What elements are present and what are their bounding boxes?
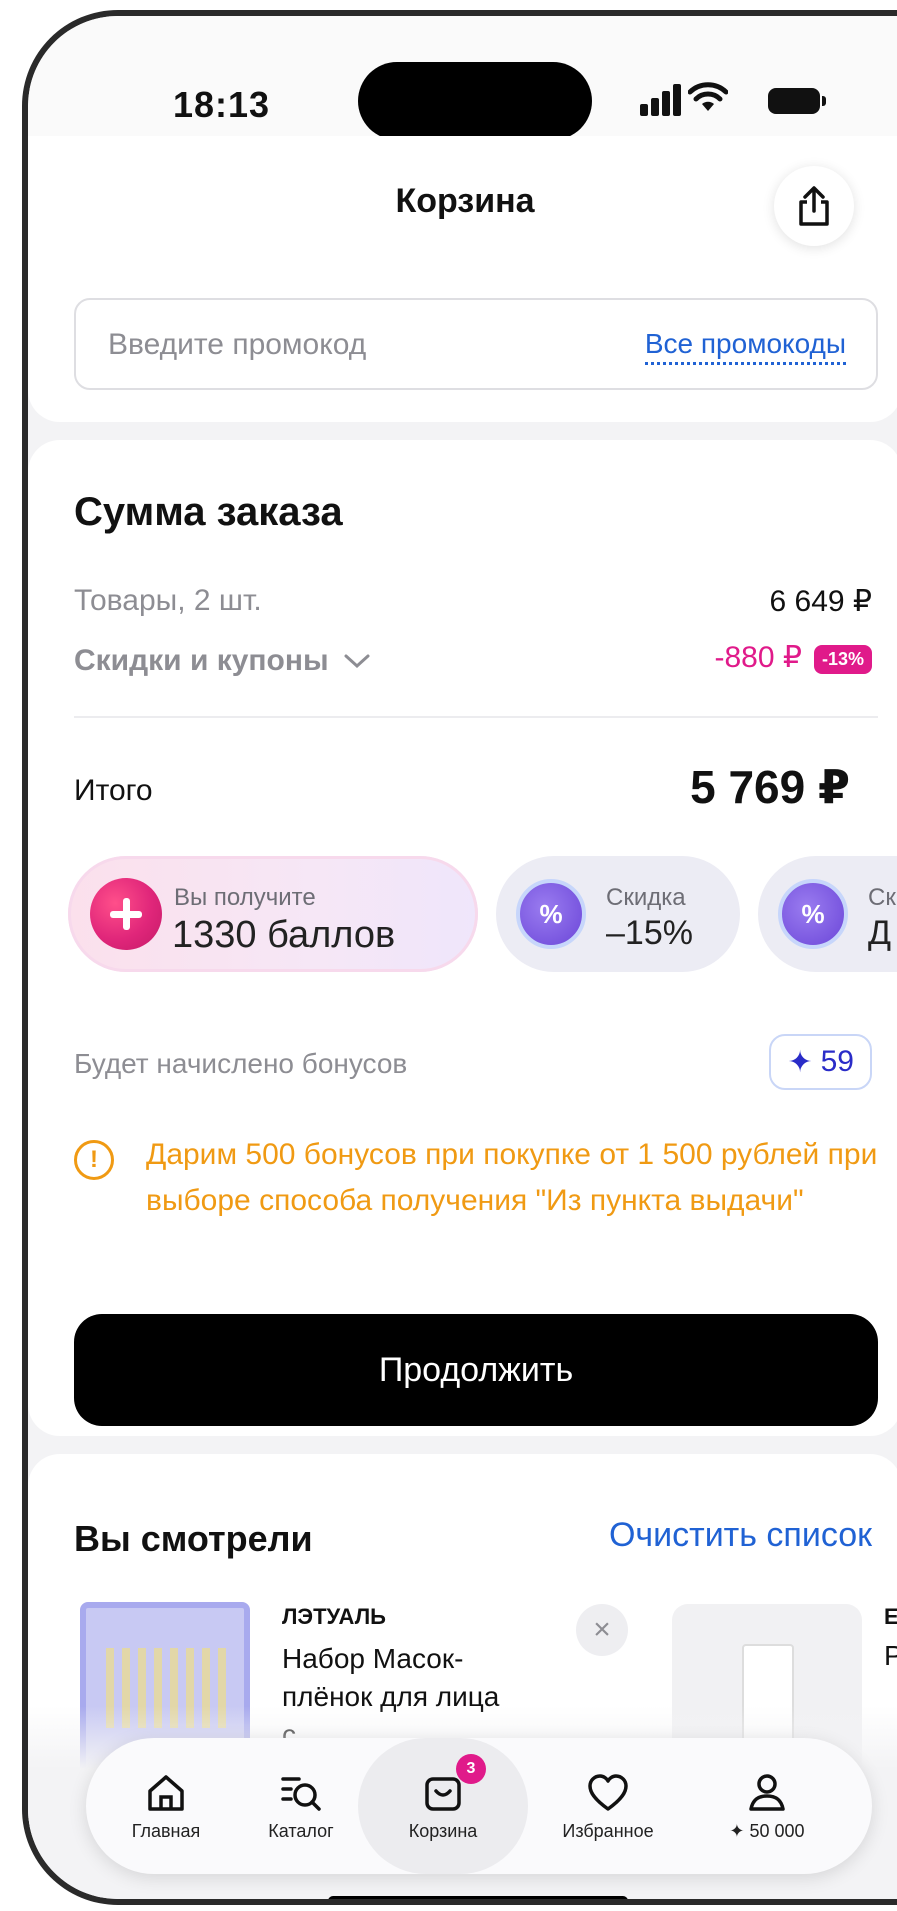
share-icon [799, 186, 829, 226]
points-chip[interactable]: Вы получите 1330 баллов [68, 856, 478, 972]
tab-cart-label: Корзина [408, 1820, 478, 1841]
discounts-toggle[interactable]: Скидки и купоны [74, 644, 371, 678]
goods-label: Товары, 2 шт. [74, 584, 262, 617]
all-promo-codes-link[interactable]: Все промокоды [644, 328, 846, 365]
cellular-signal-icon [640, 82, 681, 116]
product-brand: EF [884, 1604, 897, 1630]
extra-chip-caption: Ск [868, 884, 896, 911]
status-time: 18:13 [173, 84, 271, 125]
tab-favorites-label: Избранное [562, 1820, 654, 1841]
extra-chip-value: Д [868, 914, 892, 952]
bonus-label: Будет начислено бонусов [74, 1048, 408, 1079]
tab-catalog-label: Каталог [268, 1820, 334, 1841]
product-brand: ЛЭТУАЛЬ [282, 1604, 386, 1629]
promo-code-field[interactable]: Введите промокод Все промокоды [74, 298, 878, 390]
tab-home[interactable]: Главная [86, 1738, 246, 1874]
tab-favorites[interactable]: Избранное [538, 1738, 678, 1874]
page-title: Корзина [395, 182, 535, 220]
discount-chip[interactable]: % Скидка –15% [496, 856, 740, 972]
phone-frame: 18:13 Корзина Введите промокод Все промо… [22, 10, 897, 1905]
remove-product-button[interactable]: × [576, 1604, 628, 1656]
points-chip-value: 1330 баллов [172, 914, 396, 956]
tab-profile-label: ✦ 50 000 [729, 1820, 805, 1841]
goods-value: 6 649 ₽ [769, 585, 873, 618]
divider [74, 716, 878, 718]
header-card: Корзина Введите промокод Все промокоды [28, 136, 897, 422]
star-icon: ✦ [787, 1045, 813, 1079]
warning-icon: ! [74, 1140, 114, 1180]
battery-icon [768, 88, 826, 114]
catalog-search-icon [281, 1776, 321, 1811]
plus-points-icon [90, 878, 162, 950]
home-indicator [328, 1896, 628, 1899]
bonus-badge: ✦ 59 [769, 1034, 872, 1090]
cart-count-badge: 3 [456, 1754, 486, 1784]
status-bar: 18:13 [28, 16, 897, 140]
discounts-value-group: -880 ₽ -13% [714, 640, 872, 675]
points-chip-caption: Вы получите [174, 884, 316, 911]
order-summary-card: Сумма заказа Товары, 2 шт. 6 649 ₽ Скидк… [28, 440, 897, 1436]
discounts-label: Скидки и купоны [74, 644, 329, 677]
total-value: 5 769 ₽ [690, 761, 850, 813]
percent-icon: % [516, 879, 586, 949]
tab-home-label: Главная [131, 1820, 201, 1841]
dynamic-island [358, 62, 592, 140]
percent-icon: % [778, 879, 848, 949]
home-icon [148, 1774, 184, 1811]
wifi-icon [688, 82, 728, 111]
discount-percent-badge: -13% [813, 644, 872, 674]
bonus-notice-text: Дарим 500 бонусов при покупке от 1 500 р… [146, 1138, 878, 1217]
tab-catalog[interactable]: Каталог [236, 1738, 366, 1874]
chevron-down-icon [344, 654, 370, 669]
tab-profile[interactable]: ✦ 50 000 [692, 1738, 842, 1874]
extra-chip[interactable]: % Ск Д [758, 856, 897, 972]
user-icon [749, 1773, 785, 1811]
discount-chip-caption: Скидка [606, 884, 686, 911]
heart-icon [588, 1773, 628, 1811]
order-summary-title: Сумма заказа [74, 490, 343, 534]
discounts-value: -880 ₽ [714, 641, 802, 674]
continue-button[interactable]: Продолжить [74, 1314, 878, 1426]
share-button[interactable] [774, 166, 854, 246]
discount-chip-value: –15% [606, 914, 693, 952]
product-name[interactable]: Ра [884, 1640, 897, 1672]
recently-viewed-title: Вы смотрели [74, 1518, 313, 1559]
clear-list-link[interactable]: Очистить список [609, 1516, 872, 1555]
bottom-tab-bar: Главная Каталог 3 Корзина Избранное ✦ 50… [86, 1738, 872, 1874]
bonus-value: 59 [820, 1045, 854, 1078]
total-label: Итого [74, 774, 153, 807]
promo-code-placeholder: Введите промокод [108, 328, 367, 361]
tab-cart[interactable]: 3 Корзина [358, 1738, 528, 1874]
